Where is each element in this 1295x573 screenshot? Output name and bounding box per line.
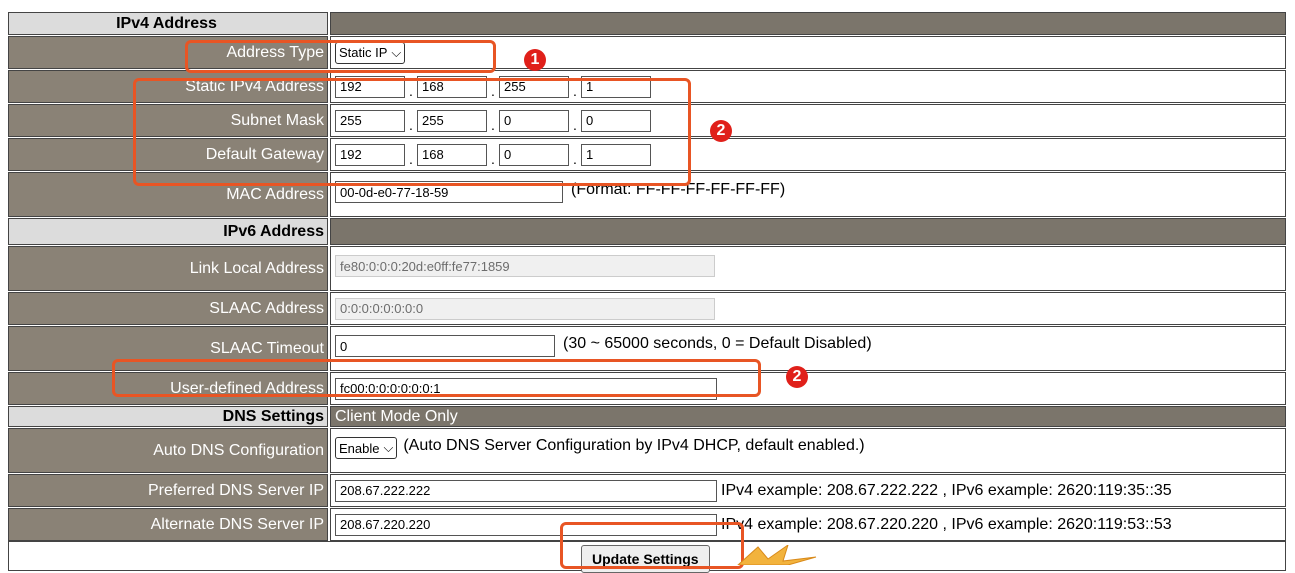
auto-dns-select[interactable]: Enable ⌵: [335, 437, 398, 459]
link-local-cell: fe80:0:0:0:20d:e0ff:fe77:1859: [330, 246, 1286, 291]
preferred-dns-hint: IPv4 example: 208.67.222.222 , IPv6 exam…: [721, 481, 1172, 499]
slaac-label: SLAAC Address: [8, 292, 328, 325]
slaac-timeout-input[interactable]: 0: [335, 335, 555, 357]
preferred-dns-input[interactable]: 208.67.222.222: [335, 479, 717, 502]
step-badge-2b: 2: [786, 366, 808, 388]
alternate-dns-hint: IPv4 example: 208.67.220.220 , IPv6 exam…: [721, 515, 1172, 533]
auto-dns-label: Auto DNS Configuration: [8, 428, 328, 473]
step-badge-2: 2: [710, 120, 732, 142]
ipv6-header: IPv6 Address: [8, 218, 328, 245]
preferred-dns-row: Preferred DNS Server IP 208.67.222.222 I…: [8, 473, 1286, 507]
link-local-label: Link Local Address: [8, 246, 328, 291]
ipv6-header-bar: [330, 218, 1286, 245]
auto-dns-cell: Enable ⌵ (Auto DNS Server Configuration …: [330, 428, 1286, 473]
link-local-input: fe80:0:0:0:20d:e0ff:fe77:1859: [335, 255, 715, 277]
highlight-address-type: [185, 40, 496, 73]
link-local-row: Link Local Address fe80:0:0:0:20d:e0ff:f…: [8, 245, 1286, 291]
highlight-user-defined: [112, 359, 761, 397]
auto-dns-value: Enable: [339, 440, 380, 456]
slaac-cell: 0:0:0:0:0:0:0:0: [330, 292, 1286, 325]
highlight-ip-config: [133, 78, 691, 186]
dns-header-row: DNS Settings Client Mode Only: [8, 405, 1286, 427]
ipv4-header-bar: [330, 12, 1286, 35]
ipv4-header-row: IPv4 Address: [8, 11, 1286, 35]
slaac-row: SLAAC Address 0:0:0:0:0:0:0:0: [8, 291, 1286, 325]
step-badge-1: 1: [524, 49, 546, 71]
sparkle-icon: [737, 545, 817, 565]
alternate-dns-cell: 208.67.220.220 IPv4 example: 208.67.220.…: [330, 508, 1286, 541]
highlight-update-button: [560, 522, 744, 569]
slaac-timeout-hint: (30 ~ 65000 seconds, 0 = Default Disable…: [563, 335, 872, 352]
preferred-dns-cell: 208.67.222.222 IPv4 example: 208.67.222.…: [330, 474, 1286, 507]
dns-header: DNS Settings: [8, 406, 328, 427]
auto-dns-row: Auto DNS Configuration Enable ⌵ (Auto DN…: [8, 427, 1286, 473]
auto-dns-hint: (Auto DNS Server Configuration by IPv4 D…: [403, 437, 865, 454]
slaac-input: 0:0:0:0:0:0:0:0: [335, 297, 715, 320]
alternate-dns-label: Alternate DNS Server IP: [8, 508, 328, 541]
dns-header-note: Client Mode Only: [330, 406, 1286, 427]
ipv4-header: IPv4 Address: [8, 12, 328, 35]
preferred-dns-label: Preferred DNS Server IP: [8, 474, 328, 507]
chevron-down-icon: ⌵: [383, 440, 394, 455]
ipv6-header-row: IPv6 Address: [8, 217, 1286, 245]
